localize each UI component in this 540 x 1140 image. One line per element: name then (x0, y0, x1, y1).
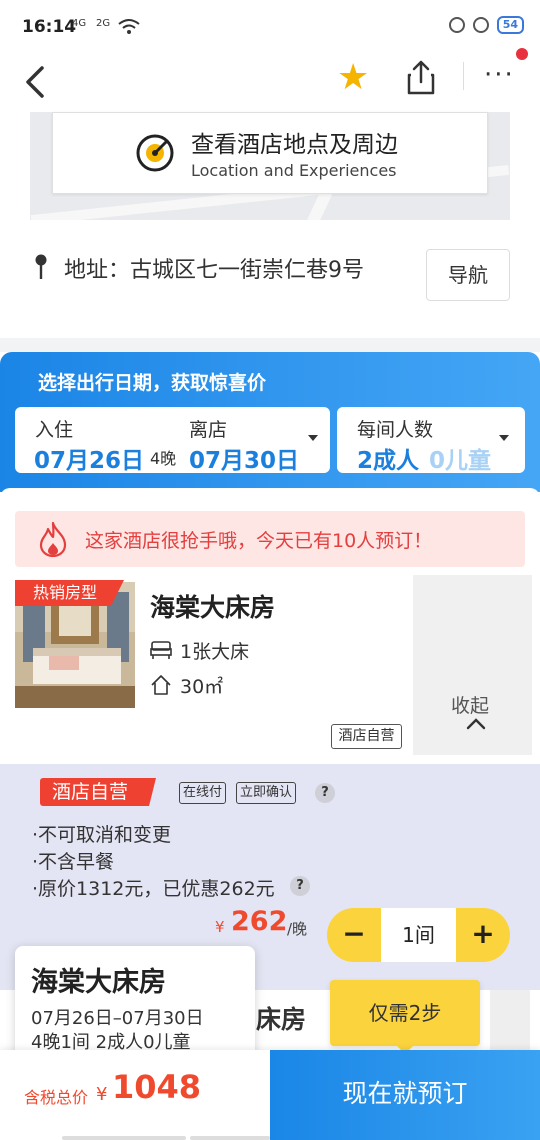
pay-online-pill: 在线付 (179, 782, 227, 804)
bed-icon (150, 641, 172, 659)
location-subtitle: Location and Experiences (191, 161, 397, 180)
notification-dot (516, 48, 528, 60)
summary-room-name: 海棠大床房 (31, 967, 166, 998)
adults-count: 2成人 (357, 448, 420, 474)
top-nav: ★ ··· (0, 48, 540, 112)
status-bar: 16:14 4G 2G 54 (0, 0, 540, 56)
wifi-icon (118, 19, 140, 34)
popularity-banner: 这家酒店很抢手哦，今天已有10人预订！ (15, 511, 525, 567)
summary-dates: 07月26日–07月30日 (31, 1008, 204, 1029)
date-selection: 选择出行日期，获取惊喜价 入住 离店 07月26日 4晚 07月30日 每间人数… (0, 352, 540, 492)
location-card[interactable]: 查看酒店地点及周边 Location and Experiences (52, 112, 488, 194)
booking-summary-popup: 海棠大床房 07月26日–07月30日 4晚1间 2成人0儿童 (15, 946, 255, 1062)
favorite-star-icon[interactable]: ★ (337, 58, 369, 98)
pin-icon (35, 254, 47, 279)
self-operated-tag: 酒店自营 (331, 724, 402, 749)
discount-help-icon[interactable]: ? (290, 876, 310, 896)
signal-4g-icon: 4G (72, 18, 87, 29)
total-price-label: 含税总价 (24, 1088, 89, 1107)
popularity-text: 这家酒店很抢手哦，今天已有10人预订！ (85, 530, 433, 552)
signal-2g-icon: 2G (96, 18, 111, 29)
battery-indicator: 54 (496, 16, 524, 34)
bed-type: 1张大床 (180, 641, 250, 663)
fire-icon (39, 521, 67, 557)
hot-room-tag: 热销房型 (15, 580, 124, 606)
policy-discount: ·原价1312元，已优惠262元 (32, 878, 275, 900)
policy-cancel: ·不可取消和变更 (32, 824, 172, 846)
hotel-address: 地址：古城区七一街崇仁巷9号 (64, 258, 364, 283)
status-time: 16:14 (22, 17, 77, 37)
steps-tooltip: 仅需2步 (330, 980, 480, 1046)
book-now-button[interactable]: 现在就预订 (270, 1050, 540, 1140)
home-area-icon (151, 675, 171, 695)
guests-label: 每间人数 (357, 419, 434, 441)
per-night-label: /晚 (287, 920, 308, 938)
room-area: 30㎡ (180, 676, 224, 698)
share-icon[interactable] (404, 58, 438, 98)
checkout-date: 07月30日 (189, 448, 300, 474)
next-room-name: 床房 (256, 1005, 307, 1034)
collapse-label: 收起 (451, 695, 490, 717)
checkin-label: 入住 (35, 419, 74, 441)
price-currency: ¥ (215, 918, 225, 936)
status-right: 54 (448, 16, 524, 34)
lock-icon (448, 17, 465, 33)
instant-confirm-pill: 立即确认 (236, 782, 297, 804)
room-quantity: 1间 (381, 908, 456, 962)
navigate-button[interactable]: 导航 (426, 249, 510, 301)
collapse-button[interactable]: 收起 (413, 575, 532, 755)
help-icon[interactable]: ? (315, 783, 335, 803)
nightly-price: 262 (231, 906, 288, 937)
nav-separator (463, 62, 464, 90)
location-title: 查看酒店地点及周边 (191, 132, 398, 158)
date-picker[interactable]: 入住 离店 07月26日 4晚 07月30日 (15, 407, 330, 474)
location-icon (472, 17, 489, 33)
guest-picker[interactable]: 每间人数 2成人 0儿童 (337, 407, 525, 474)
decrease-button[interactable]: − (327, 908, 381, 962)
room-name: 海棠大床房 (150, 593, 276, 622)
date-section-title: 选择出行日期，获取惊喜价 (38, 372, 267, 394)
rate-self-operated-tag: 酒店自营 (40, 778, 156, 806)
total-price: 1048 (112, 1068, 202, 1106)
chevron-down-icon (499, 435, 509, 441)
children-count: 0儿童 (429, 448, 492, 474)
checkin-date: 07月26日 (34, 448, 145, 474)
chevron-down-icon (308, 435, 318, 441)
back-arrow-icon[interactable] (22, 62, 52, 102)
chevron-up-icon (466, 718, 486, 730)
increase-button[interactable]: + (456, 908, 510, 962)
bottom-bar: 含税总价 ¥ 1048 现在就预订 (0, 1050, 540, 1140)
checkout-label: 离店 (189, 419, 228, 441)
nights-count: 4晚 (150, 449, 177, 468)
room-quantity-stepper: − 1间 + (327, 908, 510, 962)
location-target-icon (136, 134, 174, 172)
more-menu-icon[interactable]: ··· (484, 60, 515, 90)
section-gap (0, 338, 540, 352)
hotel-detail-page: 16:14 4G 2G 54 ★ ··· 查看酒店地点及周边 Location … (0, 0, 540, 1140)
total-currency: ¥ (96, 1084, 108, 1105)
policy-breakfast: ·不含早餐 (32, 851, 115, 873)
